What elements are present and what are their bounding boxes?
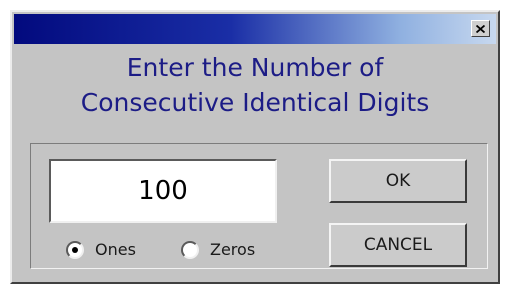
radio-selected-dot (72, 246, 78, 253)
digit-count-input[interactable]: 100 (49, 159, 277, 223)
heading-line-2: Consecutive Identical Digits (80, 88, 430, 117)
dialog-window: Enter the Number of Consecutive Identica… (10, 10, 500, 284)
close-button[interactable] (471, 20, 490, 37)
radio-ones-label: Ones (95, 240, 136, 259)
radio-zeros-circle[interactable] (181, 240, 199, 259)
radio-ones-circle[interactable] (66, 240, 84, 259)
cancel-button[interactable]: CANCEL (329, 223, 467, 267)
close-x-icon (476, 24, 485, 33)
heading-line-1: Enter the Number of (126, 53, 384, 82)
radio-zeros[interactable]: Zeros (181, 240, 255, 259)
dialog-heading: Enter the Number of Consecutive Identica… (12, 50, 498, 120)
radio-ones[interactable]: Ones (66, 240, 136, 259)
ok-button[interactable]: OK (329, 159, 467, 203)
radio-zeros-label: Zeros (210, 240, 256, 259)
title-bar[interactable] (14, 14, 496, 44)
